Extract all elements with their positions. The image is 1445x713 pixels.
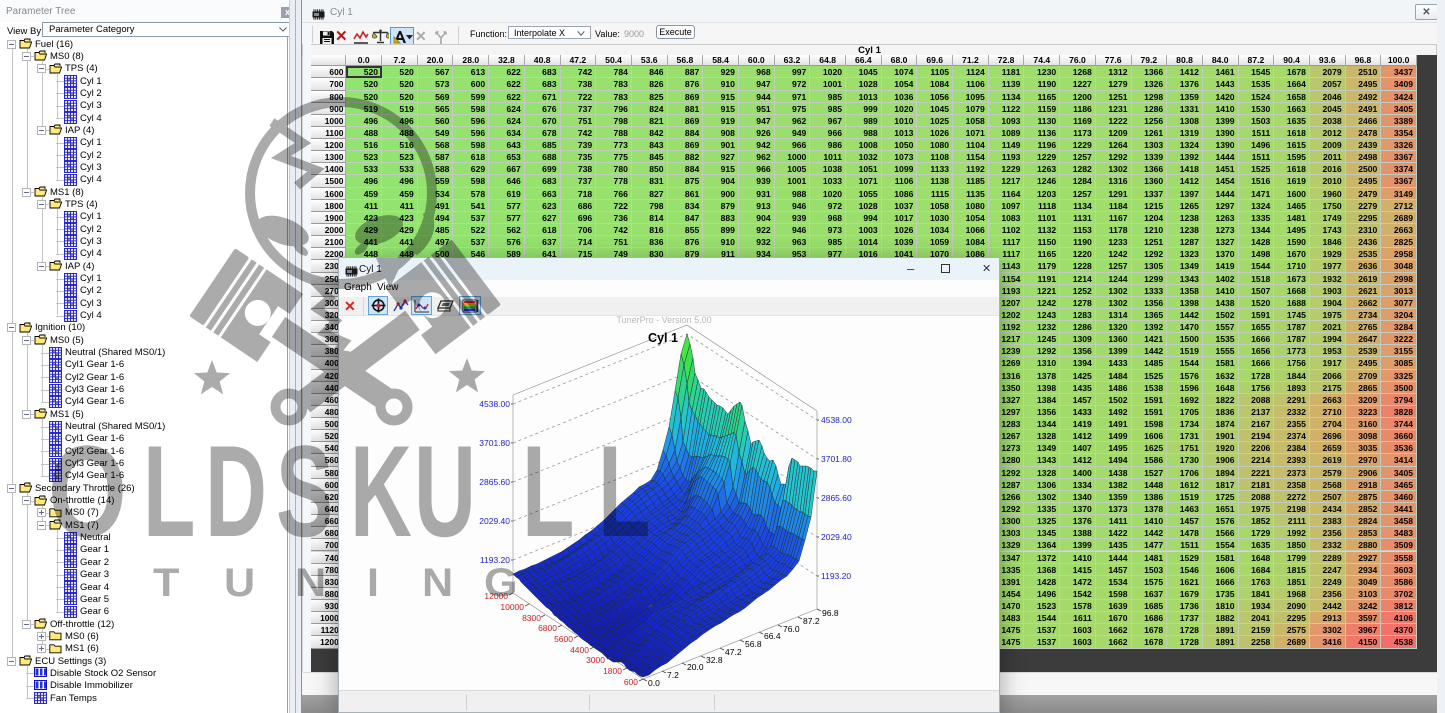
svg-text:66.4: 66.4 <box>764 631 781 641</box>
svg-text:0.0: 0.0 <box>648 678 660 688</box>
svg-text:3000: 3000 <box>586 655 605 665</box>
svg-text:6800: 6800 <box>538 623 557 633</box>
svg-text:TunerPro - Version 5.00: TunerPro - Version 5.00 <box>616 315 711 325</box>
svg-text:2865.60: 2865.60 <box>479 477 510 487</box>
svg-text:2029.40: 2029.40 <box>479 516 510 526</box>
svg-text:3701.80: 3701.80 <box>821 454 852 464</box>
svg-text:8300: 8300 <box>522 613 541 623</box>
svg-text:20.0: 20.0 <box>687 662 704 672</box>
svg-text:87.2: 87.2 <box>803 616 820 626</box>
svg-text:2029.40: 2029.40 <box>821 532 852 542</box>
svg-text:3701.80: 3701.80 <box>479 438 510 448</box>
svg-text:1193.20: 1193.20 <box>480 555 510 565</box>
svg-text:1193.20: 1193.20 <box>821 571 851 581</box>
svg-text:47.2: 47.2 <box>725 647 742 657</box>
svg-text:32.8: 32.8 <box>706 655 723 665</box>
svg-text:Cyl 1: Cyl 1 <box>648 331 678 345</box>
svg-text:56.8: 56.8 <box>745 639 762 649</box>
svg-text:1800: 1800 <box>603 666 622 676</box>
svg-text:76.0: 76.0 <box>783 624 800 634</box>
svg-text:10000: 10000 <box>500 602 524 612</box>
svg-text:2865.60: 2865.60 <box>821 493 852 503</box>
svg-text:12000: 12000 <box>484 591 508 601</box>
svg-text:4538.00: 4538.00 <box>479 399 510 409</box>
svg-text:4400: 4400 <box>570 645 589 655</box>
svg-text:7.2: 7.2 <box>667 670 679 680</box>
svg-text:4538.00: 4538.00 <box>821 415 852 425</box>
svg-text:5600: 5600 <box>554 634 573 644</box>
svg-text:600: 600 <box>624 677 638 687</box>
svg-text:96.8: 96.8 <box>822 608 839 618</box>
